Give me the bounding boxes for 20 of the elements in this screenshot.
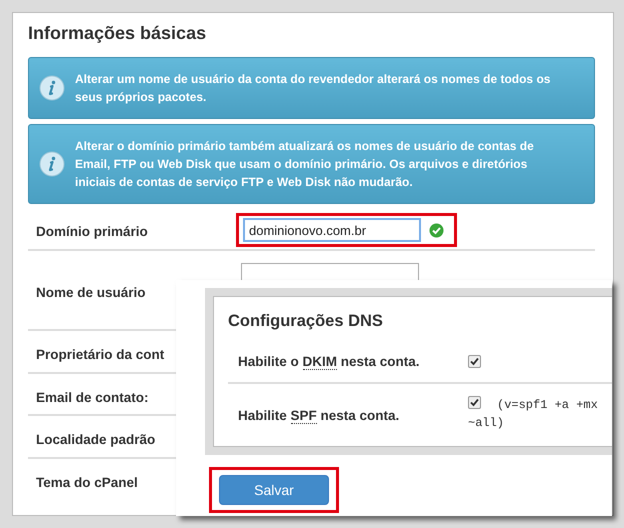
field-label: Proprietário da cont — [35, 346, 166, 364]
spf-record-text: ~all) — [468, 415, 506, 432]
spf-record-text: (v=spf1 +a +mx — [497, 397, 598, 414]
field-label: Domínio primário — [35, 223, 149, 241]
save-button[interactable]: Salvar — [219, 475, 329, 505]
info-icon — [39, 151, 65, 177]
check-icon — [429, 222, 444, 238]
field-label: Localidade padrão — [35, 431, 156, 449]
checkbox[interactable] — [468, 355, 481, 368]
field-label: Email de contato: — [35, 389, 150, 407]
field-label: Tema do cPanel — [35, 474, 139, 492]
option-label: Habilite o DKIM nesta conta. — [237, 352, 421, 372]
section-title: Informações básicas — [28, 22, 208, 45]
info-icon — [39, 75, 65, 101]
dialog-title: Configurações DNS — [228, 311, 384, 332]
text-input[interactable]: dominionovo.com.br — [243, 218, 421, 242]
alert-message: Alterar um nome de usuário da conta do revendedor alterará os nomes de todos os seus próprios pacotes. — [75, 71, 552, 106]
option-label: Habilite SPF nesta conta. — [237, 407, 400, 426]
checkbox[interactable] — [468, 396, 481, 409]
alert-message: Alterar o domínio primário também atualizará os nomes de usuário de contas de Email, FTP ou Web Disk que usam o domínio primário. Os arquivos e diretórios iniciais de contas de serviço FTP e Web Disk não mudarão. — [75, 138, 535, 191]
